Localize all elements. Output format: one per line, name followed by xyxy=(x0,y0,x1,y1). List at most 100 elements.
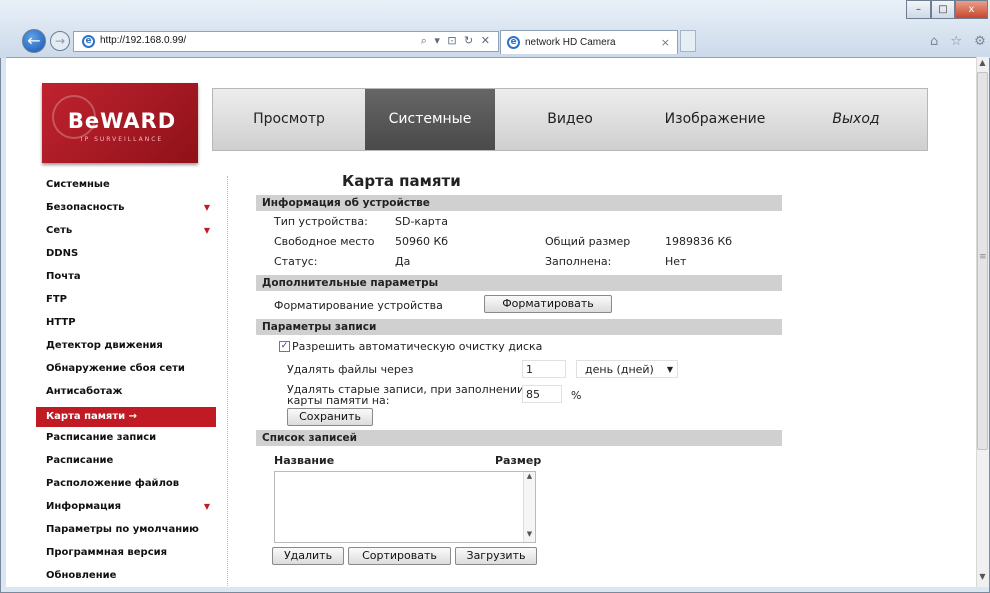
old-records-label-line2: карты памяти на: xyxy=(287,394,390,407)
ie-tab-icon: e xyxy=(507,36,520,49)
delete-button[interactable]: Удалить xyxy=(272,547,344,565)
listbox-scrollbar[interactable]: ▲ ▼ xyxy=(523,472,535,542)
total-size-label: Общий размер xyxy=(545,235,631,248)
forward-button[interactable]: → xyxy=(50,31,70,51)
sidebar-item-label: Обновление xyxy=(46,570,117,581)
sidebar-item-memory-card[interactable]: Карта памяти → xyxy=(36,407,216,427)
section-header-extra: Дополнительные параметры xyxy=(256,275,782,291)
delete-unit-select[interactable]: день (дней) ▼ xyxy=(576,360,678,378)
section-header-record-list: Список записей xyxy=(256,430,782,446)
page-title: Карта памяти xyxy=(342,172,461,190)
sidebar-item-label: Антисаботаж xyxy=(46,386,123,397)
record-listbox[interactable]: ▲ ▼ xyxy=(274,471,536,543)
status-value: Да xyxy=(395,255,411,268)
sidebar-item-label: Безопасность xyxy=(46,202,125,213)
back-button[interactable]: ← xyxy=(22,29,46,53)
logo-subtitle: IP SURVEILLANCE xyxy=(80,136,164,143)
sidebar-item-antisabotage[interactable]: Антисаботаж xyxy=(36,385,216,408)
sidebar-item-network[interactable]: Сеть ▼ xyxy=(36,224,216,247)
maximize-button[interactable]: □ xyxy=(931,0,955,19)
full-value: Нет xyxy=(665,255,687,268)
percent-unit: % xyxy=(571,389,582,402)
sidebar-item-label: Обнаружение сбоя сети xyxy=(46,363,185,374)
sidebar-item-motion-detector[interactable]: Детектор движения xyxy=(36,339,216,362)
top-menu: Просмотр Системные Видео Изображение Вых… xyxy=(212,88,928,151)
autoclean-checkbox[interactable]: ✓ xyxy=(279,341,290,352)
sidebar-item-label: Параметры по умолчанию xyxy=(46,524,199,535)
sidebar-item-http[interactable]: HTTP xyxy=(36,316,216,339)
scroll-down-icon[interactable]: ▼ xyxy=(524,530,535,538)
sidebar-item-information[interactable]: Информация ▼ xyxy=(36,500,216,523)
sidebar-divider xyxy=(227,176,228,587)
tab-close-icon[interactable]: × xyxy=(661,36,670,49)
old-records-percent-input[interactable]: 85 xyxy=(522,385,562,403)
scroll-down-icon[interactable]: ▼ xyxy=(976,572,989,585)
sidebar-item-label: Карта памяти → xyxy=(46,411,138,422)
sidebar-item-schedule[interactable]: Расписание xyxy=(36,454,216,477)
sidebar-item-ftp[interactable]: FTP xyxy=(36,293,216,316)
sidebar-item-label: Программная версия xyxy=(46,547,168,558)
menu-item-image[interactable]: Изображение xyxy=(645,89,785,150)
delete-after-input[interactable]: 1 xyxy=(522,360,566,378)
tab-title: network HD Camera xyxy=(525,37,616,48)
full-label: Заполнена: xyxy=(545,255,612,268)
close-window-button[interactable]: x xyxy=(955,0,988,19)
format-button[interactable]: Форматировать xyxy=(484,295,612,313)
section-header-device-info: Информация об устройстве xyxy=(256,195,782,211)
delete-after-label: Удалять файлы через xyxy=(287,363,414,376)
free-space-value: 50960 Кб xyxy=(395,235,449,248)
column-header-name: Название xyxy=(274,454,335,467)
scrollbar-grip-icon: ≡ xyxy=(979,252,987,262)
page-viewport: BeWARD IP SURVEILLANCE Просмотр Системны… xyxy=(6,57,977,587)
sidebar-item-label: HTTP xyxy=(46,317,76,328)
free-space-label: Свободное место xyxy=(274,235,375,248)
sidebar-item-file-location[interactable]: Расположение файлов xyxy=(36,477,216,500)
menu-item-system[interactable]: Системные xyxy=(365,89,495,150)
sidebar-item-label: Расписание записи xyxy=(46,432,157,443)
chevron-down-icon: ▼ xyxy=(666,365,673,374)
expand-arrow-icon: ▼ xyxy=(203,502,210,511)
menu-item-video[interactable]: Видео xyxy=(495,89,645,150)
delete-unit-value: день (дней) xyxy=(585,363,654,376)
sidebar-item-label: Расписание xyxy=(46,455,114,466)
expand-arrow-icon: ▼ xyxy=(203,226,210,235)
save-button[interactable]: Сохранить xyxy=(287,408,373,426)
new-tab-button[interactable] xyxy=(680,30,696,52)
ie-page-icon: e xyxy=(82,35,95,48)
sidebar-item-label: Информация xyxy=(46,501,121,512)
window-controls: – □ x xyxy=(906,0,988,19)
address-tools-icons[interactable]: ⌕ ▾ ⊡ ↻ ✕ xyxy=(421,34,492,48)
address-url: http://192.168.0.99/ xyxy=(100,35,187,46)
sidebar-item-label: Детектор движения xyxy=(46,340,163,351)
home-favorites-settings-icons[interactable]: ⌂ ☆ ⚙ xyxy=(930,34,990,49)
total-size-value: 1989836 Кб xyxy=(665,235,733,248)
sidebar-item-label: Почта xyxy=(46,271,81,282)
sidebar-item-firmware-version[interactable]: Программная версия xyxy=(36,546,216,569)
sidebar-item-label: FTP xyxy=(46,294,67,305)
menu-item-logout[interactable]: Выход xyxy=(785,89,927,150)
sidebar-item-defaults[interactable]: Параметры по умолчанию xyxy=(36,523,216,546)
status-label: Статус: xyxy=(274,255,318,268)
menu-item-view[interactable]: Просмотр xyxy=(213,89,365,150)
sidebar-item-mail[interactable]: Почта xyxy=(36,270,216,293)
scroll-up-icon[interactable]: ▲ xyxy=(524,472,535,480)
sidebar-item-network-failure[interactable]: Обнаружение сбоя сети xyxy=(36,362,216,385)
address-bar[interactable]: e http://192.168.0.99/ ⌕ ▾ ⊡ ↻ ✕ xyxy=(73,31,499,52)
sidebar-item-label: DDNS xyxy=(46,248,79,259)
download-button[interactable]: Загрузить xyxy=(455,547,537,565)
column-header-size: Размер xyxy=(495,454,542,467)
beward-logo: BeWARD IP SURVEILLANCE xyxy=(42,83,198,163)
sort-button[interactable]: Сортировать xyxy=(348,547,451,565)
sidebar-item-update[interactable]: Обновление xyxy=(36,569,216,587)
device-type-value: SD-карта xyxy=(395,215,448,228)
sidebar-item-system[interactable]: Системные xyxy=(36,178,216,201)
logo-brand-text: BeWARD xyxy=(67,109,177,133)
autoclean-label: Разрешить автоматическую очистку диска xyxy=(292,340,543,353)
sidebar-item-ddns[interactable]: DDNS xyxy=(36,247,216,270)
minimize-button[interactable]: – xyxy=(906,0,931,19)
sidebar-item-record-schedule[interactable]: Расписание записи xyxy=(36,431,216,454)
sidebar-item-security[interactable]: Безопасность ▼ xyxy=(36,201,216,224)
scroll-up-icon[interactable]: ▲ xyxy=(976,58,989,71)
format-device-label: Форматирование устройства xyxy=(274,299,443,312)
browser-tab[interactable]: e network HD Camera × xyxy=(500,30,678,54)
